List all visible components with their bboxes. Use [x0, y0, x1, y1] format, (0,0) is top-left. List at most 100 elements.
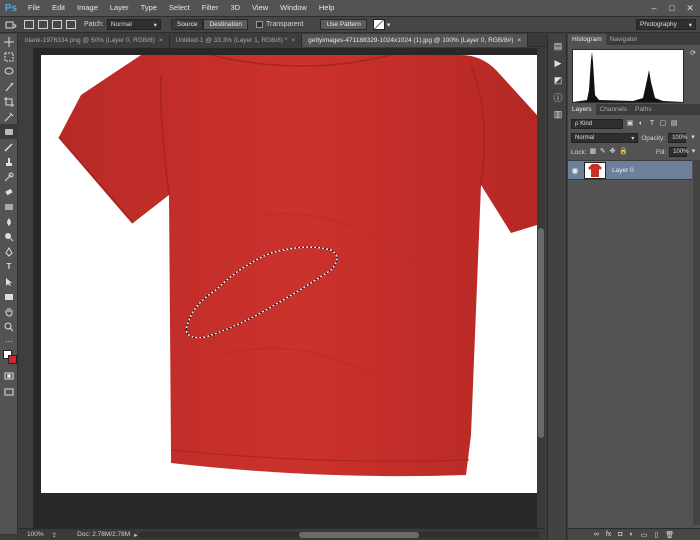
blur-tool-icon[interactable]: [0, 214, 18, 229]
gradient-tool-icon[interactable]: [0, 199, 18, 214]
fill-input[interactable]: 100%: [669, 147, 689, 157]
vertical-scrollbar[interactable]: [537, 48, 545, 528]
info-panel-icon[interactable]: ⓘ: [548, 89, 568, 106]
menu-help[interactable]: Help: [313, 0, 340, 16]
patch-tool-icon[interactable]: [0, 124, 18, 139]
path-selection-tool-icon[interactable]: [0, 274, 18, 289]
use-pattern-button[interactable]: Use Pattern: [320, 19, 367, 30]
menu-3d[interactable]: 3D: [224, 0, 246, 16]
tab-layers[interactable]: Layers: [568, 104, 596, 115]
close-icon[interactable]: ×: [159, 34, 163, 47]
layers-scrollbar[interactable]: [693, 160, 700, 525]
move-tool-icon[interactable]: [0, 34, 18, 49]
history-panel-icon[interactable]: ▤: [548, 38, 568, 55]
rectangle-tool-icon[interactable]: [0, 289, 18, 304]
layer-style-icon[interactable]: fx: [606, 531, 611, 538]
tab-paths[interactable]: Paths: [631, 104, 656, 115]
brushes-panel-icon[interactable]: ▥: [548, 106, 568, 123]
source-button[interactable]: Source: [170, 19, 204, 30]
horizontal-scrollbar[interactable]: [139, 532, 539, 538]
menu-image[interactable]: Image: [71, 0, 104, 16]
patch-mode-select[interactable]: Normal ▾: [106, 19, 161, 30]
destination-button[interactable]: Destination: [203, 19, 248, 30]
chevron-down-icon[interactable]: ▾: [689, 134, 697, 142]
lock-all-icon[interactable]: 🔒: [619, 148, 628, 156]
intersect-selection-icon[interactable]: [66, 20, 76, 29]
blend-mode-select[interactable]: Normal ▾: [571, 133, 639, 143]
menu-file[interactable]: File: [22, 0, 46, 16]
opacity-input[interactable]: 100%: [668, 133, 687, 143]
shape-filter-icon[interactable]: ▢: [659, 120, 667, 128]
maximize-button[interactable]: □: [666, 2, 678, 14]
layer-name[interactable]: Layer 0: [612, 167, 634, 174]
zoom-level[interactable]: 100%: [27, 531, 44, 538]
tab-untitled-1[interactable]: Untitled-1 @ 33.3% (Layer 1, RGB/8) * ×: [169, 34, 303, 47]
transparent-checkbox[interactable]: [256, 21, 263, 28]
pen-tool-icon[interactable]: [0, 244, 18, 259]
brush-tool-icon[interactable]: [0, 139, 18, 154]
add-selection-icon[interactable]: [38, 20, 48, 29]
tab-blank-png[interactable]: blank-1976334.png @ 50% (Layer 0, RGB/8)…: [19, 34, 170, 47]
lock-transparency-icon[interactable]: ▦: [590, 148, 597, 156]
background-color-swatch[interactable]: [8, 355, 17, 364]
menu-edit[interactable]: Edit: [46, 0, 71, 16]
link-layers-icon[interactable]: ∞: [594, 531, 599, 538]
actions-panel-icon[interactable]: ▶: [548, 55, 568, 72]
adjustments-panel-icon[interactable]: ◩: [548, 72, 568, 89]
history-brush-tool-icon[interactable]: [0, 169, 18, 184]
dodge-tool-icon[interactable]: [0, 229, 18, 244]
chevron-down-icon[interactable]: ▾: [690, 148, 697, 156]
add-mask-icon[interactable]: ◘: [618, 531, 622, 538]
menu-view[interactable]: View: [246, 0, 274, 16]
menu-select[interactable]: Select: [163, 0, 196, 16]
menu-type[interactable]: Type: [135, 0, 163, 16]
minimize-button[interactable]: –: [648, 2, 660, 14]
workspace-select[interactable]: Photography ▾: [636, 19, 696, 30]
patch-tool-preset-icon[interactable]: [0, 18, 22, 32]
more-tools-icon[interactable]: ⋯: [0, 334, 18, 349]
close-icon[interactable]: ×: [517, 34, 521, 47]
chevron-down-icon[interactable]: ▾: [387, 21, 391, 29]
tab-histogram[interactable]: Histogram: [568, 34, 606, 45]
trash-icon[interactable]: 🗑: [665, 531, 674, 539]
eraser-tool-icon[interactable]: [0, 184, 18, 199]
chevron-right-icon[interactable]: ▸: [134, 531, 137, 539]
new-layer-icon[interactable]: ▯: [654, 531, 658, 539]
screen-mode-icon[interactable]: [0, 384, 18, 399]
menu-filter[interactable]: Filter: [196, 0, 225, 16]
close-icon[interactable]: ×: [291, 34, 295, 47]
lock-pixels-icon[interactable]: ✎: [599, 148, 606, 156]
menu-window[interactable]: Window: [274, 0, 313, 16]
vertical-scroll-thumb[interactable]: [538, 228, 544, 438]
lasso-tool-icon[interactable]: [0, 64, 18, 79]
marquee-tool-icon[interactable]: [0, 49, 18, 64]
type-filter-icon[interactable]: T: [648, 120, 656, 128]
pattern-swatch-icon[interactable]: [372, 19, 385, 30]
new-group-icon[interactable]: ▭: [641, 531, 648, 539]
tab-navigator[interactable]: Navigator: [606, 34, 642, 45]
layer-kind-filter[interactable]: ρ Kind: [571, 119, 623, 129]
quick-select-tool-icon[interactable]: [0, 79, 18, 94]
menu-layer[interactable]: Layer: [104, 0, 135, 16]
layer-row[interactable]: ◉ Layer 0: [568, 160, 692, 180]
new-selection-icon[interactable]: [24, 20, 34, 29]
horizontal-scroll-thumb[interactable]: [299, 532, 419, 538]
tab-channels[interactable]: Channels: [596, 104, 631, 115]
crop-tool-icon[interactable]: [0, 94, 18, 109]
document-canvas[interactable]: [41, 55, 537, 493]
subtract-selection-icon[interactable]: [52, 20, 62, 29]
close-window-button[interactable]: ✕: [684, 2, 696, 14]
adjustment-filter-icon[interactable]: ◐: [637, 120, 645, 128]
eyedropper-tool-icon[interactable]: [0, 109, 18, 124]
quick-mask-icon[interactable]: [0, 368, 18, 383]
lock-position-icon[interactable]: ✥: [609, 148, 616, 156]
zoom-tool-icon[interactable]: [0, 319, 18, 334]
eye-icon[interactable]: ◉: [568, 166, 582, 175]
hand-tool-icon[interactable]: [0, 304, 18, 319]
adjustment-layer-icon[interactable]: ◐: [630, 531, 634, 538]
pixel-filter-icon[interactable]: ▣: [626, 120, 634, 128]
histogram-refresh-icon[interactable]: ⟳: [690, 49, 696, 57]
tab-gettyimages-jpg[interactable]: gettyimages-471188329-1024x1024 (1).jpg …: [302, 34, 529, 47]
type-tool-icon[interactable]: T: [0, 259, 18, 274]
stamp-tool-icon[interactable]: [0, 154, 18, 169]
